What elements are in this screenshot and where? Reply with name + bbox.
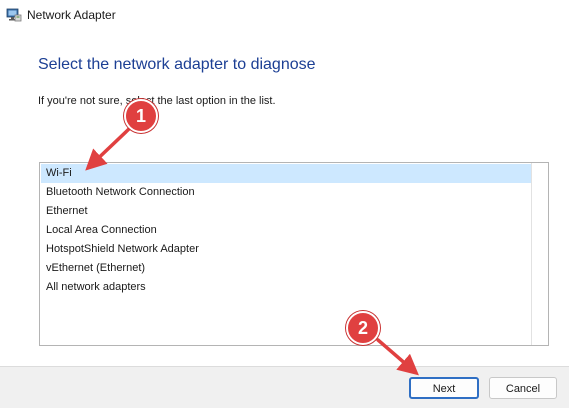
list-item[interactable]: All network adapters [41,278,532,297]
listbox-scrollbar[interactable] [531,163,548,345]
adapter-listbox[interactable]: Wi-Fi Bluetooth Network Connection Etherne… [39,162,549,346]
instruction-text: If you're not sure, select the last opti… [38,95,276,107]
next-button-label: Next [432,383,456,395]
step-badge-1: 1 [124,99,158,133]
list-item[interactable]: vEthernet (Ethernet) [41,259,532,278]
network-adapter-dialog: Network Adapter Select the network adapt… [0,0,569,408]
page-heading: Select the network adapter to diagnose [38,56,316,73]
list-item[interactable]: Local Area Connection [41,221,532,240]
list-item[interactable]: Bluetooth Network Connection [41,183,532,202]
step-badge-2: 2 [346,311,380,345]
title-bar: Network Adapter [0,0,569,30]
list-item[interactable]: Ethernet [41,202,532,221]
adapter-list: Wi-Fi Bluetooth Network Connection Etherne… [41,164,532,297]
list-item[interactable]: HotspotShield Network Adapter [41,240,532,259]
dialog-footer: Next Cancel [0,366,569,408]
cancel-button[interactable]: Cancel [489,377,557,399]
list-item[interactable]: Wi-Fi [41,164,532,183]
next-button[interactable]: Next [409,377,479,399]
window-title: Network Adapter [27,8,116,22]
cancel-button-label: Cancel [505,383,541,395]
network-adapter-icon [6,8,22,22]
